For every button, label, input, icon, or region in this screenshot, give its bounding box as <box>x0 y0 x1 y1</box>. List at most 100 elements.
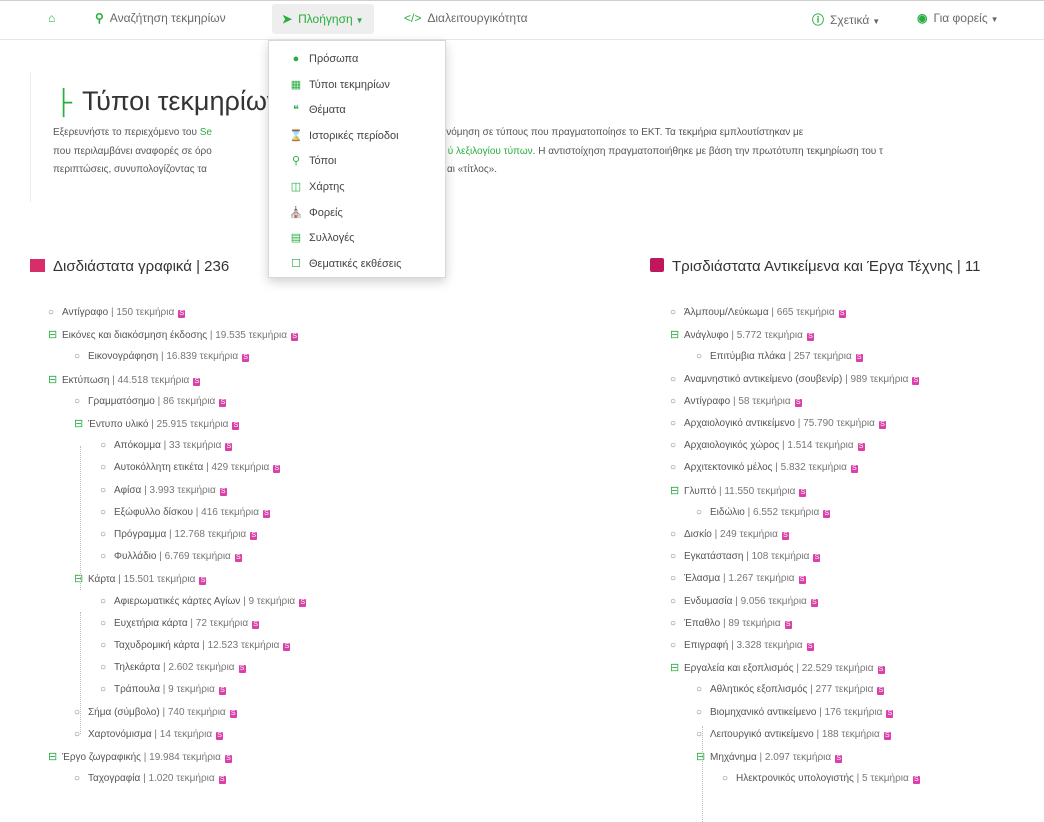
collapse-icon[interactable]: ⊟ <box>670 657 684 679</box>
collapse-icon[interactable]: ⊟ <box>48 369 62 391</box>
collapse-icon[interactable]: ⊟ <box>74 413 88 435</box>
searchculture-icon[interactable]: S <box>823 509 831 518</box>
searchculture-icon[interactable]: S <box>781 532 789 540</box>
tree-node[interactable]: ○ Ενδυμασία | 9.056 τεκμήρια S <box>670 591 818 613</box>
searchculture-icon[interactable]: S <box>273 465 281 474</box>
tree-node[interactable]: ○ Αρχαιολογικός χώρος | 1.514 τεκμήρια S <box>670 435 865 457</box>
searchculture-icon[interactable]: S <box>234 554 242 563</box>
menu-item-places[interactable]: ⚲ Τόποι <box>269 149 445 175</box>
collapse-icon[interactable]: ⊟ <box>670 480 684 502</box>
searchculture-icon[interactable]: S <box>218 776 226 785</box>
searchculture-icon[interactable]: S <box>232 422 240 430</box>
searchculture-icon[interactable]: S <box>912 376 920 385</box>
tree-node[interactable]: ○ Αντίγραφο | 150 τεκμήρια S <box>48 302 186 324</box>
searchculture-icon[interactable]: S <box>784 620 792 629</box>
home-icon[interactable]: ⌂ <box>48 11 61 25</box>
tree-node[interactable]: ○ Εγκατάσταση | 108 τεκμήρια S <box>670 546 821 568</box>
tree-node[interactable]: ○ Σήμα (σύμβολο) | 740 τεκμήρια S <box>74 702 237 724</box>
searchculture-icon[interactable]: S <box>291 333 299 342</box>
nav-search[interactable]: ⚲ Αναζήτηση τεκμηρίων <box>95 11 226 25</box>
tree-node[interactable]: ○ Δισκίο | 249 τεκμήρια S <box>670 524 789 546</box>
tree-node[interactable]: ○ Αφίσα | 3.993 τεκμήρια S <box>100 480 227 502</box>
tree-node[interactable]: ○ Τηλεκάρτα | 2.602 τεκμήρια S <box>100 657 246 679</box>
searchculture-icon[interactable]: S <box>813 554 821 563</box>
collapse-icon[interactable]: ⊟ <box>670 324 684 346</box>
searchculture-icon[interactable]: S <box>178 310 186 318</box>
searchculture-icon[interactable]: S <box>218 687 226 696</box>
tree-node[interactable]: ○ Άλμπουμ/Λεύκωμα | 665 τεκμήρια S <box>670 302 846 324</box>
searchculture-icon[interactable]: S <box>798 576 806 585</box>
searchculture-icon[interactable]: S <box>794 398 802 407</box>
searchculture-icon[interactable]: S <box>224 755 232 763</box>
tree-node[interactable]: ○ Αυτοκόλλητη ετικέτα | 429 τεκμήρια S <box>100 457 281 479</box>
tree-node[interactable]: ○ Επιτύμβια πλάκα | 257 τεκμήρια S <box>696 346 863 368</box>
searchculture-icon[interactable]: S <box>850 465 858 474</box>
tree-node[interactable]: ○ Αφιερωματικές κάρτες Αγίων | 9 τεκμήρια… <box>100 591 307 613</box>
searchculture-icon[interactable]: S <box>799 488 807 497</box>
searchculture-icon[interactable]: S <box>229 709 237 718</box>
tree-node[interactable]: ⊟ Έργο ζωγραφικής | 19.984 τεκμήρια S <box>48 746 232 768</box>
menu-item-map[interactable]: ◫ Χάρτης <box>269 175 445 201</box>
searchculture-icon[interactable]: S <box>855 354 863 363</box>
menu-item-item-types[interactable]: ▦ Τύποι τεκμηρίων <box>269 73 445 99</box>
tree-node[interactable]: ○ Πρόγραμμα | 12.768 τεκμήρια S <box>100 524 258 546</box>
tree-node[interactable]: ○ Εικονογράφηση | 16.839 τεκμήρια S <box>74 346 250 368</box>
searchculture-icon[interactable]: S <box>283 643 291 651</box>
tree-node[interactable]: ○ Βιομηχανικό αντικείμενο | 176 τεκμήρια S <box>696 702 894 724</box>
nav-interop[interactable]: </> Διαλειτουργικότητα <box>404 11 528 25</box>
menu-item-collections[interactable]: ▤ Συλλογές <box>269 226 445 252</box>
searchculture-icon[interactable]: S <box>242 354 250 363</box>
searchculture-icon[interactable]: S <box>883 731 891 740</box>
searchculture-icon[interactable]: S <box>810 598 818 607</box>
tree-node[interactable]: ○ Ευχετήρια κάρτα | 72 τεκμήρια S <box>100 613 260 635</box>
tree-node[interactable]: ⊟ Γλυπτό | 11.550 τεκμήρια S <box>670 480 807 502</box>
searchculture-icon[interactable]: S <box>225 443 233 452</box>
searchculture-icon[interactable]: S <box>912 776 920 785</box>
searchculture-icon[interactable]: S <box>238 665 246 674</box>
tree-node[interactable]: ⊟ Εκτύπωση | 44.518 τεκμήρια S <box>48 369 201 391</box>
tree-node[interactable]: ○ Επιγραφή | 3.328 τεκμήρια S <box>670 635 814 657</box>
tree-node[interactable]: ⊟ Ανάγλυφο | 5.772 τεκμήρια S <box>670 324 814 346</box>
searchculture-icon[interactable]: S <box>252 620 260 629</box>
tree-node[interactable]: ○ Εξώφυλλο δίσκου | 416 τεκμήρια S <box>100 502 271 524</box>
nav-browse[interactable]: ➤ Πλοήγηση ▼ <box>272 4 374 34</box>
tree-node[interactable]: ○ Έπαθλο | 89 τεκμήρια S <box>670 613 792 635</box>
menu-item-exhibitions[interactable]: ☐ Θεματικές εκθέσεις <box>269 252 445 278</box>
vocabulary-link[interactable]: ύ λεξιλογίου τύπων <box>448 146 533 157</box>
tree-node[interactable]: ○ Αρχιτεκτονικό μέλος | 5.832 τεκμήρια S <box>670 457 858 479</box>
searchculture-icon[interactable]: S <box>835 755 843 763</box>
tree-node[interactable]: ○ Λειτουργικό αντικείμενο | 188 τεκμήρια S <box>696 724 891 746</box>
searchculture-icon[interactable]: S <box>886 709 894 718</box>
section-3d-objects[interactable]: Τρισδιάστατα Αντικείμενα και Έργα Τέχνης… <box>650 258 981 275</box>
tree-node[interactable]: ○ Χαρτονόμισμα | 14 τεκμήρια S <box>74 724 224 746</box>
searchculture-icon[interactable]: S <box>838 310 846 318</box>
tree-node[interactable]: ○ Απόκομμα | 33 τεκμήρια S <box>100 435 233 457</box>
searchculture-icon[interactable]: S <box>193 377 201 386</box>
tree-node[interactable]: ○ Αρχαιολογικό αντικείμενο | 75.790 τεκμή… <box>670 413 886 435</box>
menu-item-institutions[interactable]: ⛪ Φορείς <box>269 201 445 227</box>
menu-item-historical-periods[interactable]: ⌛ Ιστορικές περίοδοι <box>269 124 445 150</box>
collapse-icon[interactable]: ⊟ <box>48 746 62 768</box>
tree-node[interactable]: ○ Ηλεκτρονικός υπολογιστής | 5 τεκμήρια S <box>722 768 920 790</box>
tree-node[interactable]: ○ Φυλλάδιο | 6.769 τεκμήρια S <box>100 546 242 568</box>
menu-item-subjects[interactable]: ❝ Θέματα <box>269 98 445 124</box>
tree-node[interactable]: ⊟ Έντυπο υλικό | 25.915 τεκμήρια S <box>74 413 240 435</box>
searchculture-icon[interactable]: S <box>219 487 227 496</box>
tree-node[interactable]: ○ Αθλητικός εξοπλισμός | 277 τεκμήρια S <box>696 679 885 701</box>
searchculture-icon[interactable]: S <box>250 532 258 540</box>
collapse-icon[interactable]: ⊟ <box>74 568 88 590</box>
tree-node[interactable]: ○ Έλασμα | 1.267 τεκμήρια S <box>670 568 806 590</box>
searchculture-icon[interactable]: S <box>219 398 227 407</box>
section-2d-graphics[interactable]: Δισδιάστατα γραφικά | 236 <box>30 258 229 275</box>
tree-node[interactable]: ○ Αναμνηστικό αντικείμενο (σουβενίρ) | 98… <box>670 369 920 391</box>
searchculture-icon[interactable]: S <box>216 731 224 740</box>
tree-node[interactable]: ⊟ Κάρτα | 15.501 τεκμήρια S <box>74 568 207 590</box>
tree-node[interactable]: ⊟ Εργαλεία και εξοπλισμός | 22.529 τεκμήρ… <box>670 657 885 679</box>
searchculture-icon[interactable]: S <box>263 509 271 518</box>
tree-node[interactable]: ⊟ Μηχάνημα | 2.097 τεκμήρια S <box>696 746 843 768</box>
tree-node[interactable]: ○ Ταχυδρομική κάρτα | 12.523 τεκμήρια S <box>100 635 291 657</box>
searchculture-icon[interactable]: S <box>299 598 307 607</box>
searchculture-icon[interactable]: S <box>199 577 207 586</box>
searchculture-icon[interactable]: S <box>877 666 885 675</box>
tree-node[interactable]: ○ Τράπουλα | 9 τεκμήρια S <box>100 679 226 701</box>
